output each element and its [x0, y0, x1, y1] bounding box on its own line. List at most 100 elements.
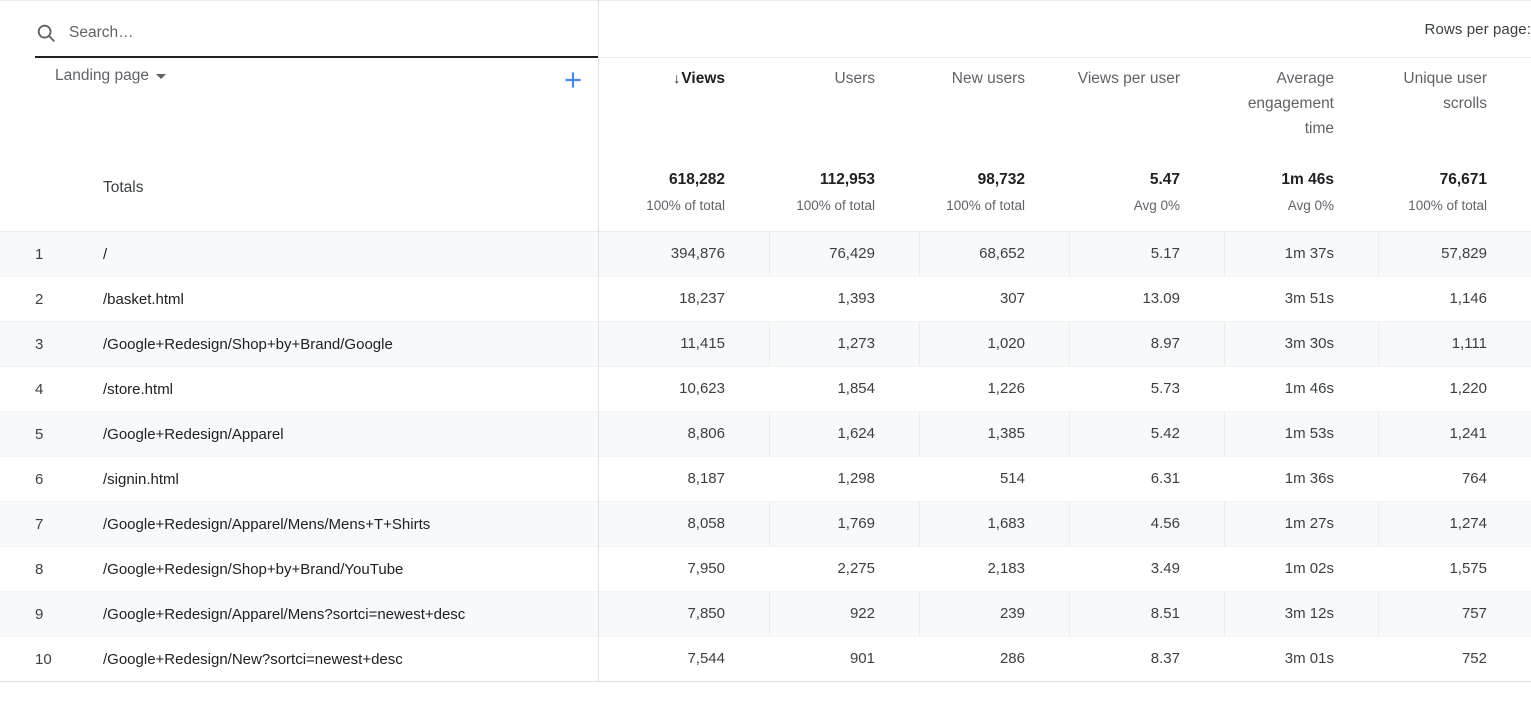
metric-cell: 1,020 [919, 322, 1069, 366]
landing-page-value[interactable]: /Google+Redesign/New?sortci=newest+desc [103, 651, 403, 668]
table-row[interactable]: 11,415 1,273 1,020 8.97 3m 30s 1,111 [599, 322, 1531, 367]
landing-page-report: Rows per page: Landing page Totals 1/2/b… [0, 0, 1531, 708]
table-row[interactable]: 6/signin.html [0, 457, 598, 502]
metric-value: 3m 01s [1284, 650, 1334, 667]
table-row[interactable]: 8,058 1,769 1,683 4.56 1m 27s 1,274 [599, 502, 1531, 547]
metric-cell: 514 [919, 457, 1069, 501]
metric-cell: 1m 02s [1224, 547, 1378, 591]
landing-page-value[interactable]: / [103, 246, 107, 263]
metric-total-subvalue: Avg 0% [1133, 198, 1180, 213]
metrics-header-row: ↓ Views Users New users Views per user Averag… [599, 57, 1531, 155]
table-row[interactable]: 394,876 76,429 68,652 5.17 1m 37s 57,829 [599, 232, 1531, 277]
table-row[interactable]: 9/Google+Redesign/Apparel/Mens?sortci=ne… [0, 592, 598, 637]
metric-total-subvalue: 100% of total [646, 198, 725, 213]
landing-page-value[interactable]: /basket.html [103, 291, 184, 308]
metric-value: 76,429 [829, 245, 875, 262]
landing-page-value[interactable]: /signin.html [103, 471, 179, 488]
metric-value: 901 [849, 650, 875, 667]
table-row[interactable]: 10/Google+Redesign/New?sortci=newest+des… [0, 637, 598, 682]
rows-per-page-label[interactable]: Rows per page: [1425, 21, 1531, 38]
metrics-totals-row: 618,282 100% of total 112,953 100% of total… [599, 155, 1531, 232]
metric-value: 3.49 [1150, 560, 1180, 577]
metric-cell: 1m 46s [1224, 367, 1378, 411]
metric-value: 6.31 [1150, 470, 1180, 487]
metric-value: 13.09 [1142, 290, 1180, 307]
search-input[interactable] [69, 23, 549, 43]
metric-value: 764 [1461, 470, 1487, 487]
metric-value: 1,385 [987, 425, 1025, 442]
metric-value: 1,273 [837, 335, 875, 352]
metric-cell: 1m 37s [1224, 232, 1378, 276]
metric-cell: 1,385 [919, 412, 1069, 456]
table-row[interactable]: 7/Google+Redesign/Apparel/Mens/Mens+T+Sh… [0, 502, 598, 547]
metric-cell: 8,187 [599, 457, 769, 501]
metric-value: 11,415 [680, 335, 725, 352]
landing-page-value[interactable]: /store.html [103, 381, 173, 398]
metric-cell: 7,544 [599, 637, 769, 681]
metric-total-cell: 618,282 100% of total [599, 155, 769, 231]
metric-cell: 3.49 [1069, 547, 1224, 591]
metric-value: 1m 02s [1284, 560, 1334, 577]
metric-column-header[interactable]: Unique user scrolls [1378, 58, 1531, 155]
metric-column-header[interactable]: Users [769, 58, 919, 155]
table-row[interactable]: 10,623 1,854 1,226 5.73 1m 46s 1,220 [599, 367, 1531, 412]
metric-value: 57,829 [1441, 245, 1487, 262]
landing-page-value[interactable]: /Google+Redesign/Apparel/Mens/Mens+T+Shi… [103, 516, 430, 533]
table-row[interactable]: 1/ [0, 232, 598, 277]
metric-total-value: 618,282 [668, 171, 725, 188]
metric-value: 3m 51s [1284, 290, 1334, 307]
dimension-selector-label: Landing page [55, 67, 149, 84]
metric-cell: 307 [919, 277, 1069, 321]
metrics-rows: 394,876 76,429 68,652 5.17 1m 37s 57,829 18,23… [599, 232, 1531, 682]
metric-column-header-text: Views [681, 70, 725, 87]
metric-column-header[interactable]: ↓ Views [599, 58, 769, 155]
metric-value: 7,850 [687, 605, 725, 622]
landing-page-value[interactable]: /Google+Redesign/Apparel [103, 426, 284, 443]
metric-total-cell: 1m 46s Avg 0% [1224, 155, 1378, 231]
metric-cell: 76,429 [769, 232, 919, 276]
table-row[interactable]: 7,850 922 239 8.51 3m 12s 757 [599, 592, 1531, 637]
table-row[interactable]: 5/Google+Redesign/Apparel [0, 412, 598, 457]
metric-total-value: 5.47 [1149, 171, 1180, 188]
table-row[interactable]: 2/basket.html [0, 277, 598, 322]
metric-column-header[interactable]: Average engagement time [1224, 58, 1378, 155]
metric-value: 1m 53s [1284, 425, 1334, 442]
table-row[interactable]: 8,806 1,624 1,385 5.42 1m 53s 1,241 [599, 412, 1531, 457]
table-row[interactable]: 7,950 2,275 2,183 3.49 1m 02s 1,575 [599, 547, 1531, 592]
metric-cell: 3m 30s [1224, 322, 1378, 366]
row-index: 4 [35, 380, 44, 398]
metric-value: 8,806 [687, 425, 725, 442]
dimension-selector[interactable]: Landing page [55, 67, 166, 85]
metric-total-value: 98,732 [977, 171, 1025, 188]
metric-column-header-label: Unique user scrolls [1403, 70, 1487, 112]
landing-page-value[interactable]: /Google+Redesign/Shop+by+Brand/YouTube [103, 561, 403, 578]
table-toolbar: Rows per page: [0, 0, 1531, 58]
metric-cell: 4.56 [1069, 502, 1224, 546]
metric-total-value: 76,671 [1439, 171, 1487, 188]
metric-value: 239 [999, 605, 1025, 622]
metric-value: 1,226 [987, 380, 1025, 397]
table-row[interactable]: 18,237 1,393 307 13.09 3m 51s 1,146 [599, 277, 1531, 322]
table-row[interactable]: 8,187 1,298 514 6.31 1m 36s 764 [599, 457, 1531, 502]
metric-column-header[interactable]: New users [919, 58, 1069, 155]
metric-cell: 8,058 [599, 502, 769, 546]
metric-cell: 13.09 [1069, 277, 1224, 321]
landing-page-value[interactable]: /Google+Redesign/Shop+by+Brand/Google [103, 336, 393, 353]
metric-value: 307 [999, 290, 1025, 307]
metric-cell: 7,850 [599, 592, 769, 636]
landing-page-value[interactable]: /Google+Redesign/Apparel/Mens?sortci=new… [103, 606, 465, 623]
table-row[interactable]: 8/Google+Redesign/Shop+by+Brand/YouTube [0, 547, 598, 592]
metric-value: 286 [999, 650, 1025, 667]
metric-total-subvalue: 100% of total [1408, 198, 1487, 213]
table-row[interactable]: 3/Google+Redesign/Shop+by+Brand/Google [0, 322, 598, 367]
metric-total-subvalue: 100% of total [796, 198, 875, 213]
table-row[interactable]: 4/store.html [0, 367, 598, 412]
add-dimension-button[interactable] [558, 65, 588, 95]
metric-value: 757 [1461, 605, 1487, 622]
chevron-down-icon [155, 73, 166, 79]
metric-column-header[interactable]: Views per user [1069, 58, 1224, 155]
search-field[interactable] [35, 10, 598, 58]
metric-total-cell: 112,953 100% of total [769, 155, 919, 231]
metric-cell: 764 [1378, 457, 1531, 501]
table-row[interactable]: 7,544 901 286 8.37 3m 01s 752 [599, 637, 1531, 682]
